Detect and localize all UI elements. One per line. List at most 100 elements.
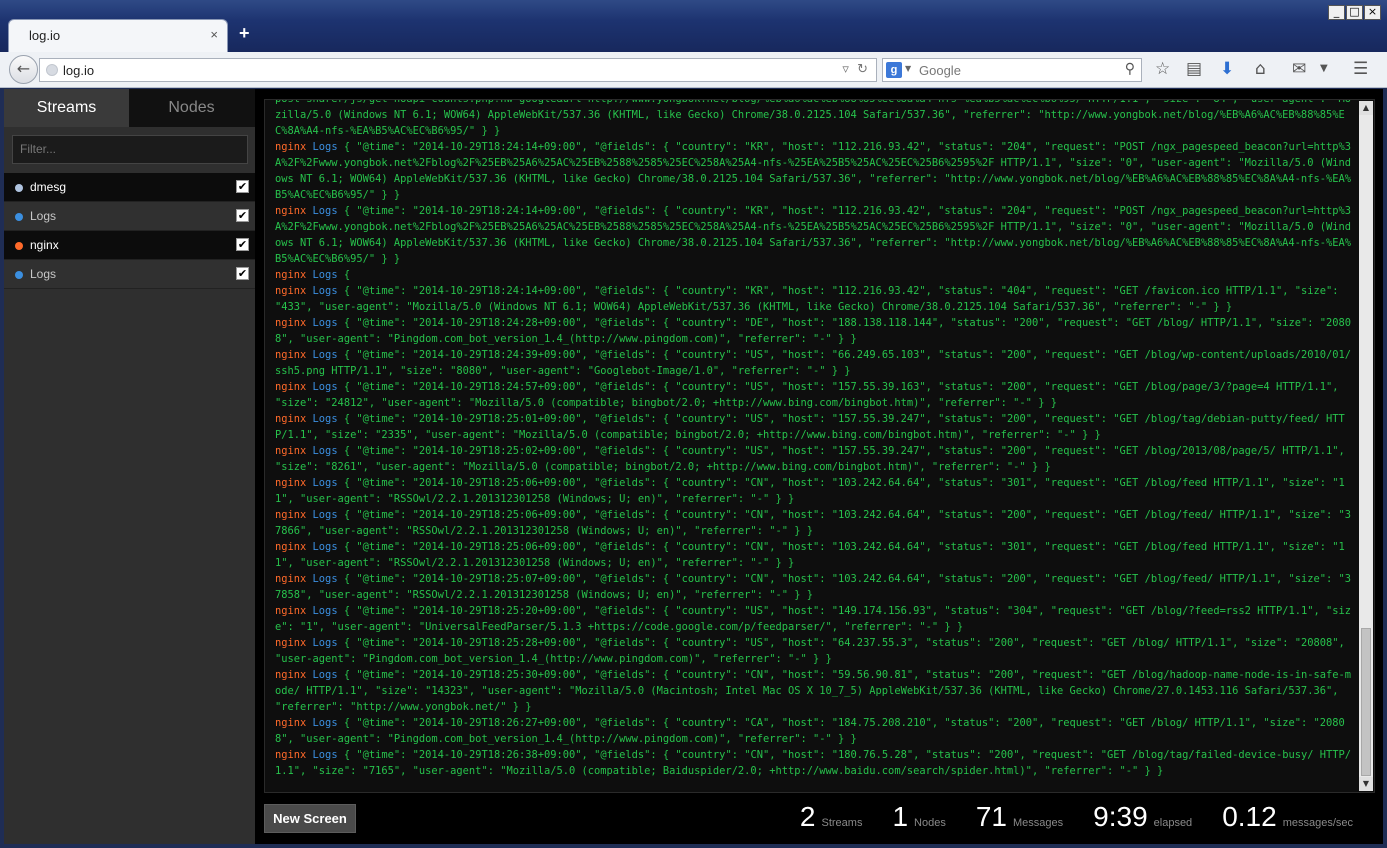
- log-stream-name: nginx: [275, 381, 307, 393]
- filter-input[interactable]: Filter...: [12, 135, 248, 164]
- bookmarks-list-icon[interactable]: ▤: [1186, 59, 1202, 79]
- new-tab-button[interactable]: +: [239, 23, 250, 44]
- log-message-text: { "@time": "2014-10-29T18:24:39+09:00", …: [275, 349, 1352, 377]
- log-line: nginx Logs { "@time": "2014-10-29T18:24:…: [275, 283, 1355, 315]
- stream-dmesg[interactable]: dmesg ✔: [4, 173, 255, 202]
- log-stream-name: nginx: [275, 637, 307, 649]
- log-message-text: { "@time": "2014-10-29T18:24:14+09:00", …: [275, 205, 1352, 265]
- stream-node-logs[interactable]: Logs ✔: [4, 260, 255, 289]
- log-node-name: Logs: [312, 445, 338, 457]
- address-bar[interactable]: log.io ▿ ↻: [39, 58, 877, 82]
- chevron-down-icon[interactable]: ▼: [1320, 59, 1328, 79]
- scroll-up-icon[interactable]: ▲: [1359, 101, 1373, 115]
- log-stream-name: nginx: [275, 605, 307, 617]
- log-stream-name: nginx: [275, 749, 307, 761]
- log-node-name: Logs: [312, 317, 338, 329]
- menu-icon[interactable]: ☰: [1353, 59, 1368, 79]
- maximize-button[interactable]: □: [1346, 5, 1363, 20]
- log-line: nginx Logs { "@time": "2014-10-29T18:24:…: [275, 379, 1355, 411]
- stream-color-dot: [15, 271, 23, 279]
- log-message-text: { "@time": "2014-10-29T18:24:28+09:00", …: [275, 317, 1352, 345]
- log-line: nginx Logs { "@time": "2014-10-29T18:25:…: [275, 539, 1355, 571]
- tab-nodes[interactable]: Nodes: [129, 89, 254, 127]
- stat-label: Streams: [821, 817, 863, 829]
- scrollbar[interactable]: ▲ ▼: [1359, 101, 1373, 791]
- log-node-name: Logs: [312, 349, 338, 361]
- stream-label: dmesg: [30, 180, 67, 194]
- log-stream-name: nginx: [275, 349, 307, 361]
- reload-icon[interactable]: ▿ ↻: [842, 62, 868, 77]
- tab-close-icon[interactable]: ×: [210, 27, 218, 42]
- stats-bar: 2 Streams 1 Nodes 71 Messages 9:39 elapsed 0.12 m…: [800, 801, 1353, 841]
- stat-label: Nodes: [914, 817, 946, 829]
- stream-checkbox[interactable]: ✔: [236, 238, 249, 251]
- back-button[interactable]: ←: [9, 55, 38, 84]
- google-icon[interactable]: g: [886, 62, 902, 78]
- stream-node-logs[interactable]: Logs ✔: [4, 202, 255, 231]
- stat-nodes: 1 Nodes: [892, 801, 945, 833]
- log-line: nginx Logs { "@time": "2014-10-29T18:25:…: [275, 507, 1355, 539]
- minimize-button[interactable]: _: [1328, 5, 1345, 20]
- stream-nginx[interactable]: nginx ✔: [4, 231, 255, 260]
- globe-icon: [46, 64, 58, 76]
- log-message-text: { "@time": "2014-10-29T18:26:27+09:00", …: [275, 717, 1345, 745]
- log-node-name: Logs: [312, 717, 338, 729]
- log-node-name: Logs: [312, 477, 338, 489]
- stream-checkbox[interactable]: ✔: [236, 180, 249, 193]
- stat-messages-sec: 0.12 messages/sec: [1222, 801, 1353, 833]
- log-message-text: { "@time": "2014-10-29T18:25:30+09:00", …: [275, 669, 1352, 713]
- home-icon[interactable]: ⌂: [1255, 59, 1266, 79]
- log-stream-name: nginx: [275, 269, 307, 281]
- log-message-text: { "@time": "2014-10-29T18:26:38+09:00", …: [275, 749, 1352, 777]
- log-stream-name: nginx: [275, 285, 307, 297]
- browser-tab[interactable]: log.io ×: [8, 19, 228, 52]
- stat-value: 0.12: [1222, 801, 1277, 832]
- stat-label: elapsed: [1153, 817, 1193, 829]
- log-message-text: { "@time": "2014-10-29T18:25:06+09:00", …: [275, 509, 1352, 537]
- new-screen-button[interactable]: New Screen: [264, 804, 356, 833]
- tab-streams[interactable]: Streams: [4, 89, 129, 127]
- stream-label: Logs: [30, 209, 57, 223]
- log-messages: post-sharer/js/get-noapi-counts.php?nw=g…: [275, 100, 1355, 779]
- scrollbar-thumb[interactable]: [1361, 628, 1371, 776]
- log-line: nginx Logs { "@time": "2014-10-29T18:25:…: [275, 667, 1355, 715]
- bookmark-star-icon[interactable]: ☆: [1155, 59, 1170, 79]
- pocket-icon[interactable]: ✉: [1292, 59, 1306, 79]
- log-message-text: { "@time": "2014-10-29T18:25:01+09:00", …: [275, 413, 1345, 441]
- search-bar[interactable]: g ▼ Google ⚲: [882, 58, 1142, 82]
- search-input[interactable]: Google: [919, 63, 961, 78]
- browser-navbar: ← log.io ▿ ↻ g ▼ Google ⚲ ☆ ▤ ⬇ ⌂ ✉ ▼ ☰: [0, 52, 1387, 88]
- log-line: nginx Logs { "@time": "2014-10-29T18:24:…: [275, 139, 1355, 203]
- stream-label: Logs: [30, 267, 57, 281]
- log-stream-name: nginx: [275, 541, 307, 553]
- log-node-name: Logs: [312, 541, 338, 553]
- log-stream-name: nginx: [275, 573, 307, 585]
- log-message-text: { "@time": "2014-10-29T18:24:14+09:00", …: [275, 285, 1339, 313]
- log-line: post-sharer/js/get-noapi-counts.php?nw=g…: [275, 100, 1355, 139]
- log-line: nginx Logs { "@time": "2014-10-29T18:26:…: [275, 747, 1355, 779]
- stream-color-dot: [15, 213, 23, 221]
- log-node-name: Logs: [312, 509, 338, 521]
- log-stream-name: nginx: [275, 205, 307, 217]
- sidebar: Streams Nodes Filter... dmesg ✔ Logs ✔ nginx…: [4, 89, 255, 844]
- log-line: nginx Logs { "@time": "2014-10-29T18:25:…: [275, 443, 1355, 475]
- log-message-text: { "@time": "2014-10-29T18:24:14+09:00", …: [275, 141, 1352, 201]
- log-node-name: Logs: [312, 573, 338, 585]
- scroll-down-icon[interactable]: ▼: [1359, 777, 1373, 791]
- stat-value: 2: [799, 801, 816, 832]
- log-node-name: Logs: [312, 205, 338, 217]
- chevron-down-icon[interactable]: ▼: [905, 64, 911, 73]
- log-stream-name: nginx: [275, 477, 307, 489]
- close-window-button[interactable]: ×: [1364, 5, 1381, 20]
- log-stream-name: nginx: [275, 413, 307, 425]
- url-text: log.io: [63, 63, 95, 78]
- download-icon[interactable]: ⬇: [1220, 59, 1234, 79]
- stat-label: Messages: [1013, 817, 1064, 829]
- stream-checkbox[interactable]: ✔: [236, 209, 249, 222]
- log-screen[interactable]: post-sharer/js/get-noapi-counts.php?nw=g…: [264, 99, 1375, 793]
- search-icon[interactable]: ⚲: [1125, 61, 1135, 77]
- tab-title: log.io: [29, 28, 61, 43]
- stream-checkbox[interactable]: ✔: [236, 267, 249, 280]
- log-line: nginx Logs { "@time": "2014-10-29T18:25:…: [275, 411, 1355, 443]
- log-node-name: Logs: [312, 605, 338, 617]
